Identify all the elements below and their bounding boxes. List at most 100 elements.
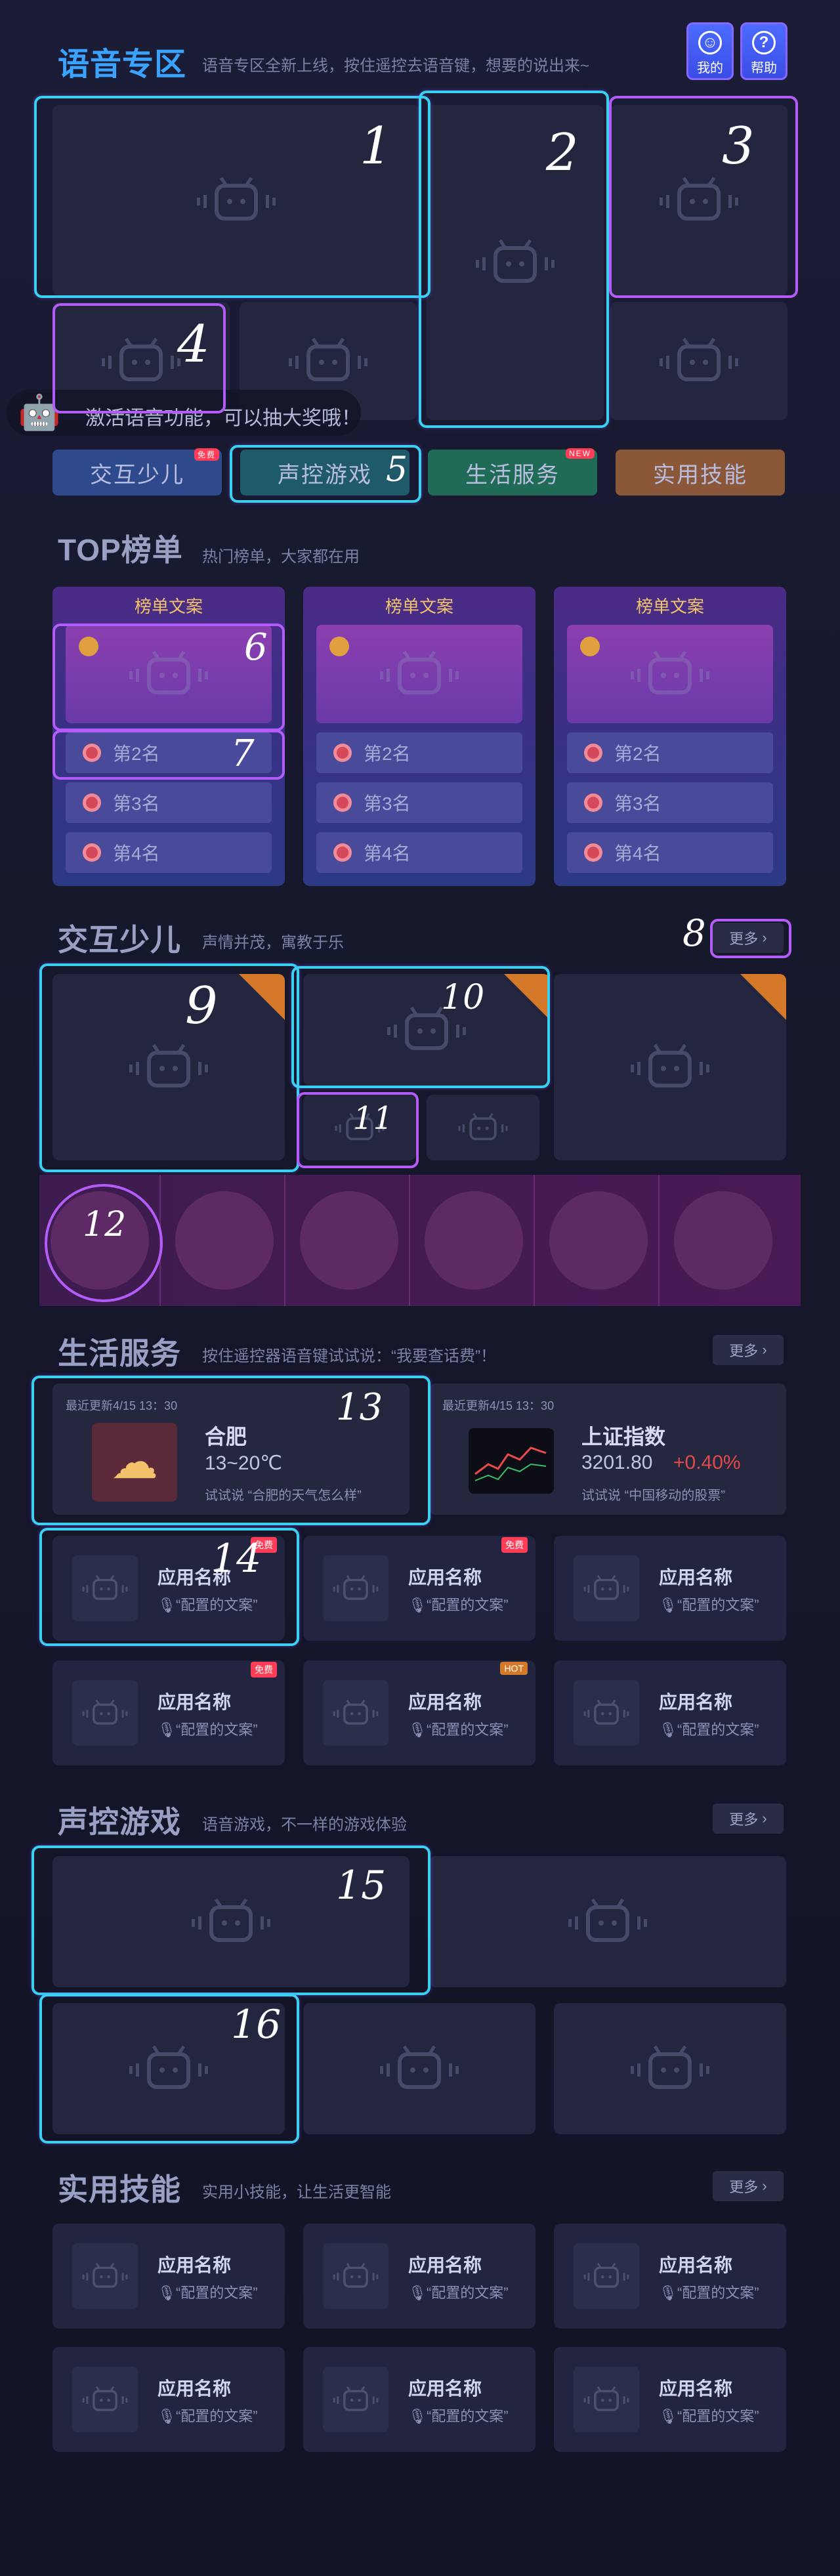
app-hint-text: “配置的文案” [175,2408,258,2424]
annotation-number: 2 [546,123,579,182]
chevron-right-icon: › [762,1810,767,1826]
kids-card[interactable] [303,974,550,1086]
help-button[interactable]: ? 帮助 [740,22,788,80]
stock-card[interactable]: 最近更新4/15 13：30 上证指数 3201.80 +0.40% 试试说 “… [429,1383,786,1515]
microphone-icon: 🎙 [659,2285,677,2301]
rank-label: 第3名 [614,793,662,814]
rank-head: 榜单文案 [385,597,453,616]
skill-card[interactable]: 应用名称 🎙“配置的文案” [52,2347,285,2452]
microphone-icon: 🎙 [408,2285,427,2301]
tab-practical-skills[interactable]: 实用技能 [616,450,785,496]
app-hint-text: “配置的文案” [426,2408,509,2424]
avatar-item[interactable] [413,1175,535,1306]
game-card[interactable] [303,2003,536,2134]
app-name: 应用名称 [408,1567,482,1588]
annotation-number: 3 [722,117,755,176]
tv-placeholder-icon [580,2384,633,2415]
medal-icon [584,793,602,812]
stock-chart-icon [469,1428,554,1494]
rank-row[interactable]: 第2名 [567,732,773,773]
rank-label: 第2名 [113,744,160,764]
avatar [425,1191,523,1290]
microphone-icon: 🎙 [659,2408,677,2424]
rank-label: 第4名 [614,843,662,864]
corner-badge [740,974,786,1020]
app-name: 应用名称 [659,1567,733,1588]
annotation-number: 4 [177,315,210,374]
app-name: 应用名称 [659,2255,733,2275]
app-hint-text: “配置的文案” [426,2285,509,2301]
skill-card[interactable]: 应用名称 🎙“配置的文案” [303,2224,536,2329]
rank-row[interactable]: 第4名 [567,832,773,873]
game-card[interactable] [554,2003,786,2134]
microphone-icon: 🎙 [408,1721,427,1738]
games-more-button[interactable]: 更多 › [713,1804,784,1834]
rank-first-card[interactable] [66,625,272,723]
app-hint: 🎙“配置的文案” [408,1594,509,1615]
app-card[interactable]: 应用名称 🎙“配置的文案” [554,1536,786,1641]
skill-card[interactable]: 应用名称 🎙“配置的文案” [554,2347,786,2452]
tab-kids[interactable]: 交互少儿 免费 [52,448,222,496]
kids-card[interactable] [427,1095,539,1160]
rank-row[interactable]: 第3名 [316,782,522,823]
user-icon: ☺ [698,31,722,54]
app-card[interactable]: 应用名称 🎙“配置的文案” 免费 [303,1536,536,1641]
app-card[interactable]: 应用名称 🎙“配置的文案” HOT [303,1660,536,1765]
life-more-button[interactable]: 更多 › [713,1335,784,1365]
tab-label: 生活服务 [465,462,560,488]
microphone-icon: 🎙 [158,1597,176,1613]
top-section-subtitle: 热门榜单，大家都在用 [202,548,360,566]
skill-card[interactable]: 应用名称 🎙“配置的文案” [554,2224,786,2329]
app-hint: 🎙“配置的文案” [158,1594,258,1615]
hot-badge: HOT [500,1662,528,1675]
app-thumbnail [72,1555,138,1621]
kids-card[interactable] [554,974,786,1160]
app-hint-text: “配置的文案” [426,1597,509,1613]
avatar-carousel [39,1175,801,1306]
tv-placeholder-icon [190,174,282,226]
skill-card[interactable]: 应用名称 🎙“配置的文案” [303,2347,536,2452]
free-badge: 免费 [194,448,219,461]
kids-more-button[interactable]: 更多 › [713,923,784,953]
more-label: 更多 [729,2179,759,2195]
rank-label: 第4名 [364,843,411,864]
app-thumbnail [72,2243,138,2309]
mine-button[interactable]: ☺ 我的 [686,22,734,80]
annotation-number: 11 [353,1100,394,1137]
kids-card[interactable] [52,974,285,1160]
avatar [175,1191,274,1290]
rank-row[interactable]: 第4名 [316,832,522,873]
avatar-item[interactable] [663,1175,784,1306]
rank-row[interactable]: 第3名 [66,782,272,823]
rank-label: 第4名 [113,843,160,864]
avatar [300,1191,398,1290]
skills-more-button[interactable]: 更多 › [713,2171,784,2201]
app-card[interactable]: 应用名称 🎙“配置的文案” 免费 [52,1660,285,1765]
app-hint-text: “配置的文案” [426,1721,509,1738]
app-name: 应用名称 [158,2378,232,2399]
tv-placeholder-icon [653,335,745,387]
tv-placeholder-icon [282,335,374,387]
rank-row[interactable]: 第4名 [66,832,272,873]
rank-row[interactable]: 第3名 [567,782,773,823]
avatar-item[interactable] [538,1175,660,1306]
stock-hint: 试试说 “中国移动的股票” [581,1489,725,1503]
app-name: 应用名称 [408,2378,482,2399]
app-card[interactable]: 应用名称 🎙“配置的文案” [554,1660,786,1765]
avatar-item[interactable] [289,1175,410,1306]
corner-badge [239,974,285,1020]
rank-first-card[interactable] [567,625,773,723]
tv-placeholder-icon [562,1895,654,1948]
rank-first-card[interactable] [316,625,522,723]
feature-card-3[interactable] [610,105,788,295]
feature-card-6[interactable] [610,302,788,420]
app-hint: 🎙“配置的文案” [158,2405,258,2426]
skill-card[interactable]: 应用名称 🎙“配置的文案” [52,2224,285,2329]
tab-voice-games[interactable]: 声控游戏 [240,450,410,496]
tv-placeholder-icon [580,1573,633,1603]
game-card[interactable] [429,1856,786,1987]
tab-life-services[interactable]: 生活服务 NEW [428,448,597,496]
activate-banner[interactable]: 🤖 激活语音功能，可以抽大奖哦！ [7,390,361,436]
avatar-item[interactable] [164,1175,285,1306]
rank-row[interactable]: 第2名 [316,732,522,773]
